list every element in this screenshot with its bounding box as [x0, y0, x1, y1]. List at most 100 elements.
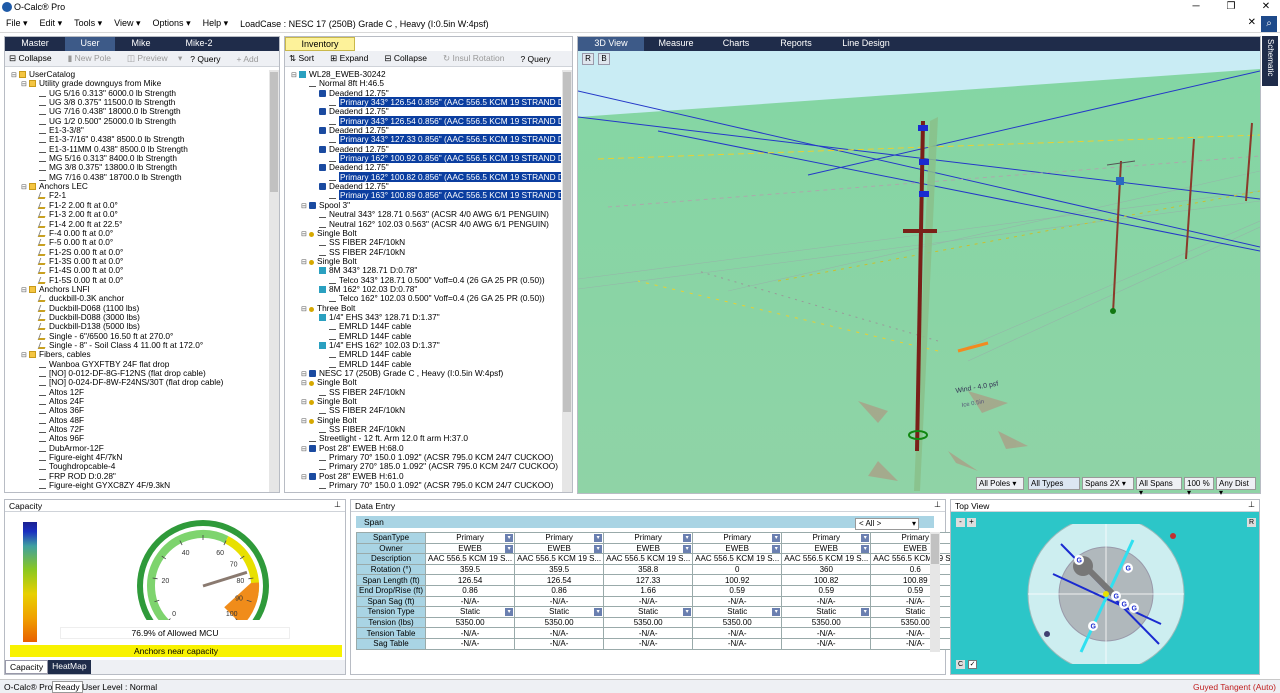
menu-help[interactable]: Help ▾	[197, 18, 235, 29]
tab-charts[interactable]: Charts	[708, 37, 764, 51]
table-cell[interactable]: Static▾	[870, 606, 961, 618]
dropdown-icon[interactable]: ▾	[594, 544, 603, 553]
table-cell[interactable]: -N/A-	[870, 627, 961, 639]
table-cell[interactable]: Static▾	[692, 606, 783, 618]
table-cell[interactable]: 1.66	[603, 584, 694, 597]
table-cell[interactable]: 100.92	[692, 574, 783, 586]
all-spans-select[interactable]: All Spans ▾	[1136, 477, 1182, 497]
table-cell[interactable]: 0.59	[781, 584, 872, 597]
table-cell[interactable]: AAC 556.5 KCM 19 S...	[692, 553, 783, 565]
tree-item[interactable]: Figure-eight 4F/7kN	[9, 452, 269, 462]
table-cell[interactable]: EWEB▾	[870, 542, 961, 555]
pin-icon[interactable]: ⊥	[1248, 500, 1255, 509]
table-cell[interactable]: Primary▾	[425, 532, 516, 544]
inventory-scrollbar[interactable]	[562, 70, 572, 492]
all-poles-select[interactable]: All Poles ▾	[976, 477, 1024, 490]
table-cell[interactable]: -N/A-	[425, 637, 516, 650]
dropdown-icon[interactable]: ▾	[594, 608, 603, 617]
table-cell[interactable]: EWEB▾	[603, 542, 694, 555]
table-cell[interactable]: -N/A-	[603, 595, 694, 608]
schematic-tab[interactable]: Schematic	[1262, 36, 1278, 86]
expand-button[interactable]: ⊞ Expand	[330, 53, 376, 64]
menu-file[interactable]: File ▾	[0, 18, 34, 29]
tab-mike[interactable]: Mike	[115, 37, 167, 51]
table-cell[interactable]: 0.59	[870, 584, 961, 597]
table-cell[interactable]: 359.5	[514, 563, 605, 576]
insul-rotation-button[interactable]: ↻ Insul Rotation	[443, 53, 512, 64]
tab-reports[interactable]: Reports	[764, 37, 828, 51]
tree-item[interactable]: ⊟ Anchors LNFI	[9, 284, 269, 294]
catalog-scrollbar[interactable]	[269, 70, 279, 492]
tree-item[interactable]: F-5 0.00 ft at 0.0°	[9, 238, 269, 247]
dropdown-icon[interactable]: ▾	[683, 544, 692, 553]
pin-icon[interactable]: ⊥	[334, 500, 341, 509]
tab-3d-view[interactable]: 3D View	[578, 37, 644, 51]
dropdown-icon[interactable]: ▾	[772, 534, 781, 542]
dropdown-icon[interactable]: ▾	[861, 608, 870, 617]
sort-button[interactable]: ⇅ Sort	[289, 53, 322, 64]
tree-item[interactable]: EMRLD 144F cable	[289, 350, 561, 359]
table-cell[interactable]: -N/A-	[870, 637, 961, 650]
tree-item[interactable]: 1/4" EHS 343° 128.71 D:1.37"	[289, 312, 561, 322]
table-cell[interactable]: -N/A-	[603, 627, 694, 639]
table-cell[interactable]: -N/A-	[781, 627, 872, 639]
dropdown-icon[interactable]: ▾	[505, 608, 514, 617]
tab-capacity[interactable]: Capacity	[5, 660, 49, 674]
zoom-out-button[interactable]: -	[956, 518, 965, 527]
table-cell[interactable]: 5350.00	[514, 616, 605, 629]
table-cell[interactable]: Static▾	[425, 606, 516, 618]
search-icon[interactable]: ⌕	[1261, 16, 1277, 32]
r-button[interactable]: R	[582, 53, 594, 65]
pin-icon[interactable]: ⊥	[934, 500, 941, 509]
tab-measure[interactable]: Measure	[644, 37, 708, 51]
table-cell[interactable]: 127.33	[603, 574, 694, 586]
top-view-r-button[interactable]: R	[1247, 518, 1256, 527]
close-doc-icon[interactable]: ✕	[1248, 17, 1256, 28]
all-types-select[interactable]: All Types	[1028, 477, 1080, 490]
tree-item[interactable]: F1-4S 0.00 ft at 0.0°	[9, 266, 269, 275]
zoom-select[interactable]: 100 % ▾	[1184, 477, 1214, 497]
table-cell[interactable]: -N/A-	[692, 637, 783, 650]
spans-2x-select[interactable]: Spans 2X ▾	[1082, 477, 1134, 490]
tree-item[interactable]: F1-2S 0.00 ft at 0.0°	[9, 247, 269, 257]
table-cell[interactable]: -N/A-	[514, 627, 605, 639]
tree-item[interactable]: UG 1/2 0.500" 25000.0 lb Strength	[9, 116, 269, 126]
table-cell[interactable]: EWEB▾	[692, 542, 783, 555]
tree-item[interactable]: F1-3 2.00 ft at 0.0°	[9, 209, 269, 219]
table-cell[interactable]: -N/A-	[425, 627, 516, 639]
tree-item[interactable]: Altos 12F	[9, 387, 269, 397]
collapse-button[interactable]: ⊟ Collapse	[9, 53, 60, 64]
tab-user[interactable]: User	[65, 37, 115, 51]
table-cell[interactable]: 5350.00	[692, 616, 783, 629]
inv-query-button[interactable]: ? Query	[520, 54, 558, 64]
table-cell[interactable]: -N/A-	[781, 595, 872, 608]
table-cell[interactable]: Primary▾	[692, 532, 783, 544]
zoom-in-button[interactable]: +	[967, 518, 976, 527]
table-cell[interactable]: EWEB▾	[425, 542, 516, 555]
table-cell[interactable]: -N/A-	[425, 595, 516, 608]
span-filter-select[interactable]: < All > ▾	[855, 518, 919, 530]
table-cell[interactable]: 126.54	[425, 574, 516, 586]
dropdown-icon[interactable]: ▾	[505, 534, 514, 542]
add-button[interactable]: + Add	[237, 54, 267, 64]
table-cell[interactable]: AAC 556.5 KCM 19 S...	[603, 553, 694, 565]
table-cell[interactable]: -N/A-	[514, 637, 605, 650]
tree-item[interactable]: F1-2 2.00 ft at 0.0°	[9, 200, 269, 210]
table-cell[interactable]: 100.89	[870, 574, 961, 586]
query-button[interactable]: ? Query	[190, 54, 228, 64]
inv-collapse-button[interactable]: ⊟ Collapse	[384, 53, 435, 64]
loadcase-label[interactable]: LoadCase : NESC 17 (250B) Grade C , Heav…	[240, 19, 488, 29]
table-cell[interactable]: -N/A-	[692, 627, 783, 639]
dropdown-icon[interactable]: ▾	[772, 608, 781, 617]
dropdown-icon[interactable]: ▾	[861, 544, 870, 553]
tab-line-design[interactable]: Line Design	[828, 37, 904, 51]
top-view-checkbox[interactable]: ✓	[968, 660, 977, 669]
menu-options[interactable]: Options ▾	[147, 18, 197, 29]
table-cell[interactable]: EWEB▾	[514, 542, 605, 555]
dropdown-icon[interactable]: ▾	[683, 608, 692, 617]
restore-button[interactable]: ❐	[1219, 1, 1243, 12]
table-cell[interactable]: Primary▾	[870, 532, 961, 544]
table-cell[interactable]: 0.86	[425, 584, 516, 597]
b-button[interactable]: B	[598, 53, 610, 65]
tree-item[interactable]: Altos 36F	[9, 406, 269, 415]
